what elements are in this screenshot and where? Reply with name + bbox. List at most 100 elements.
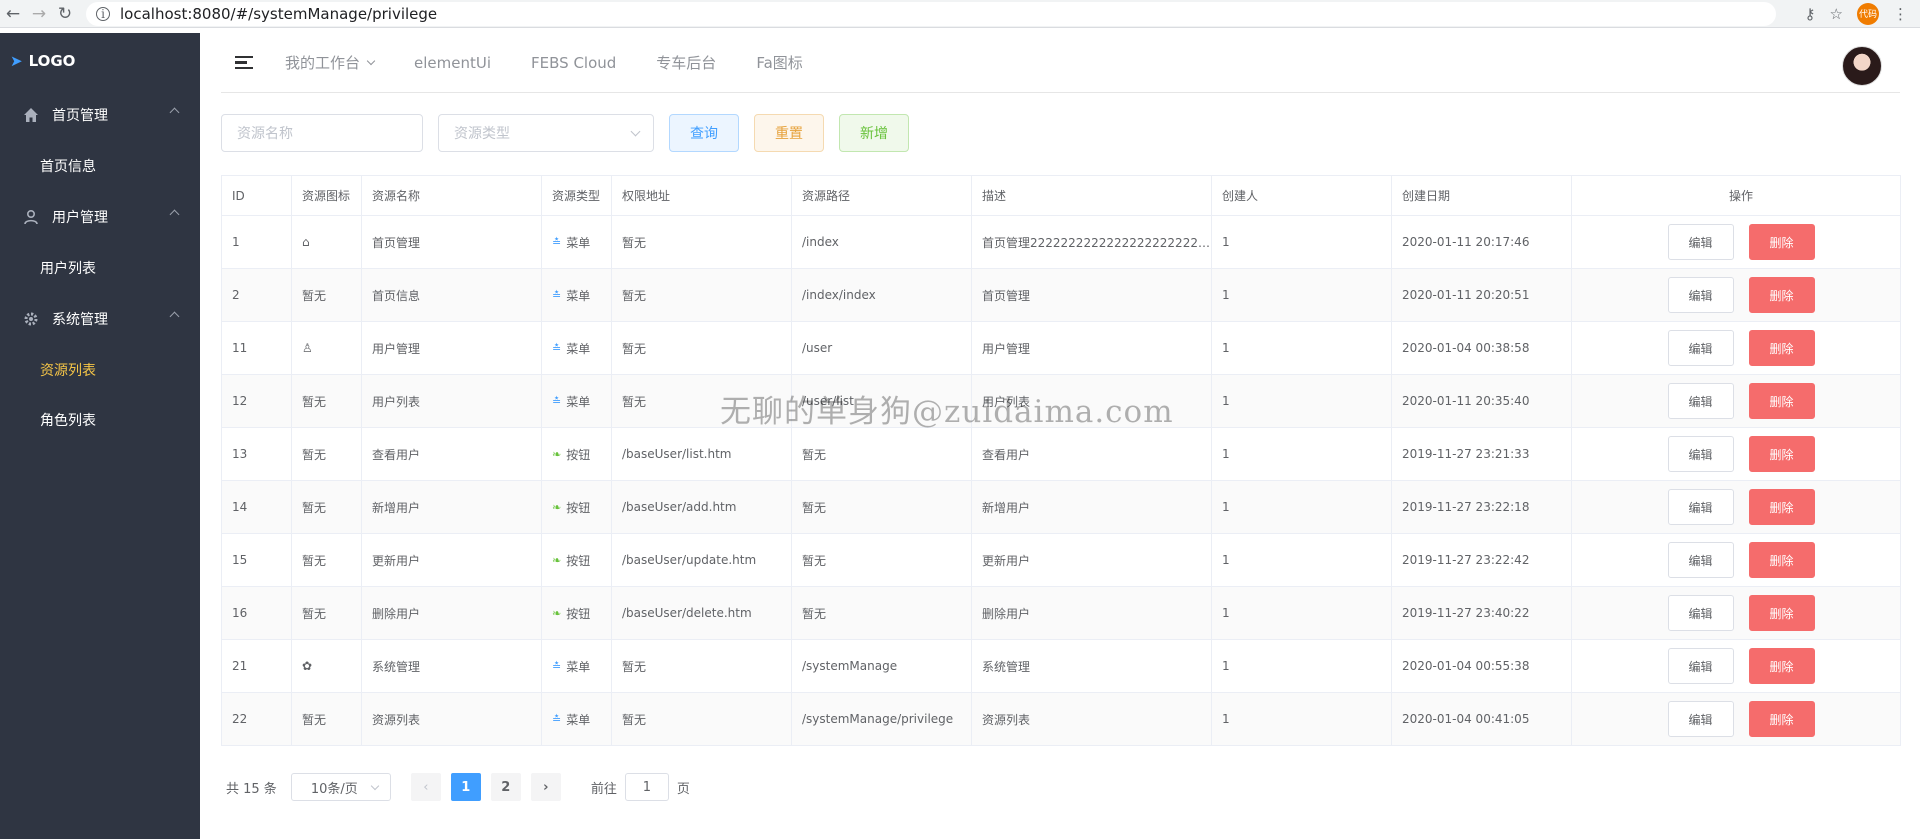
edit-button[interactable]: 编辑 <box>1667 542 1734 578</box>
delete-button[interactable]: 删除 <box>1748 542 1815 578</box>
back-icon[interactable]: ← <box>0 1 26 27</box>
cell-path: /user <box>791 321 972 375</box>
cell-icon: 暂无 <box>291 268 362 322</box>
nav-workbench[interactable]: 我的工作台 <box>285 52 376 73</box>
edit-button[interactable]: 编辑 <box>1667 436 1734 472</box>
page-button-1[interactable]: 1 <box>450 773 481 801</box>
nav-elementui[interactable]: elementUi <box>414 54 491 72</box>
prev-page-button[interactable]: ‹ <box>410 773 441 801</box>
cell-creator: 1 <box>1211 427 1392 481</box>
cell-icon-placeholder: 暂无 <box>302 288 327 303</box>
query-button[interactable]: 查询 <box>669 114 739 152</box>
table-row: 15 暂无 更新用户 ❧ 按钮 /baseUser/update.htm 暂无 … <box>221 533 1901 587</box>
cell-permission: /baseUser/update.htm <box>611 533 792 587</box>
edit-button[interactable]: 编辑 <box>1667 330 1734 366</box>
table-row: 1 ⌂ 首页管理 ≛ 菜单 暂无 /index 首页管理222222222222… <box>221 215 1901 269</box>
edit-button[interactable]: 编辑 <box>1667 648 1734 684</box>
delete-button[interactable]: 删除 <box>1748 701 1815 737</box>
logo[interactable]: ➤ LOGO <box>0 33 200 89</box>
delete-button[interactable]: 删除 <box>1748 383 1815 419</box>
table-row: 2 暂无 首页信息 ≛ 菜单 暂无 /index/index 首页管理 1 20… <box>221 268 1901 322</box>
sidebar-item-role-list[interactable]: 角色列表 <box>0 395 200 445</box>
cell-type: ≛ 菜单 <box>541 692 612 746</box>
table-row: 22 暂无 资源列表 ≛ 菜单 暂无 /systemManage/privile… <box>221 692 1901 746</box>
cell-permission: 暂无 <box>611 268 792 322</box>
menu-toggle-icon[interactable] <box>235 55 253 70</box>
forward-icon[interactable]: → <box>26 1 52 27</box>
resource-name-input[interactable]: 资源名称 <box>221 114 423 152</box>
edit-button[interactable]: 编辑 <box>1667 595 1734 631</box>
browser-toolbar: ← → ↻ i localhost:8080/#/systemManage/pr… <box>0 0 1920 28</box>
home-icon: ⌂ <box>302 235 310 249</box>
sidebar-group-users[interactable]: 用户管理 <box>0 191 200 243</box>
delete-button[interactable]: 删除 <box>1748 595 1815 631</box>
cell-name: 首页管理 <box>361 215 542 269</box>
cell-actions: 编辑 删除 <box>1571 586 1901 640</box>
menu-type-icon: ≛ <box>552 394 562 408</box>
leaf-icon: ❧ <box>552 500 562 514</box>
goto-page-input[interactable]: 1 <box>624 773 669 801</box>
table-row: 21 ✿ 系统管理 ≛ 菜单 暂无 /systemManage 系统管理 1 2… <box>221 639 1901 693</box>
type-label: 菜单 <box>566 659 591 674</box>
key-icon[interactable]: ⚷ <box>1805 5 1816 23</box>
cell-actions: 编辑 删除 <box>1571 427 1901 481</box>
nav-car-admin[interactable]: 专车后台 <box>656 52 716 73</box>
cell-type: ≛ 菜单 <box>541 215 612 269</box>
star-icon[interactable]: ☆ <box>1830 5 1843 23</box>
nav-fa-icons[interactable]: Fa图标 <box>756 52 802 73</box>
info-icon[interactable]: i <box>96 6 110 21</box>
logo-text: LOGO <box>28 52 76 70</box>
nav-febs-cloud[interactable]: FEBS Cloud <box>531 54 616 72</box>
sidebar-item-user-list[interactable]: 用户列表 <box>0 243 200 293</box>
add-button[interactable]: 新增 <box>839 114 909 152</box>
cell-icon-placeholder: 暂无 <box>302 500 327 515</box>
delete-button[interactable]: 删除 <box>1748 489 1815 525</box>
resource-type-select[interactable]: 资源类型 <box>438 114 654 152</box>
menu-type-icon: ≛ <box>552 659 562 673</box>
delete-button[interactable]: 删除 <box>1748 224 1815 260</box>
delete-button[interactable]: 删除 <box>1748 330 1815 366</box>
cell-icon-placeholder: 暂无 <box>302 447 327 462</box>
user-icon <box>22 208 40 226</box>
cell-id: 2 <box>221 268 292 322</box>
cell-creator: 1 <box>1211 586 1392 640</box>
cell-permission: 暂无 <box>611 374 792 428</box>
sidebar-group-home[interactable]: 首页管理 <box>0 89 200 141</box>
page-button-2[interactable]: 2 <box>490 773 521 801</box>
cell-creator: 1 <box>1211 533 1392 587</box>
cell-permission: /baseUser/list.htm <box>611 427 792 481</box>
table-row: 16 暂无 删除用户 ❧ 按钮 /baseUser/delete.htm 暂无 … <box>221 586 1901 640</box>
leaf-icon: ❧ <box>552 606 562 620</box>
page-size-select[interactable]: 10条/页 <box>290 773 391 801</box>
delete-button[interactable]: 删除 <box>1748 436 1815 472</box>
delete-button[interactable]: 删除 <box>1748 648 1815 684</box>
edit-button[interactable]: 编辑 <box>1667 383 1734 419</box>
address-bar[interactable]: i localhost:8080/#/systemManage/privileg… <box>86 1 1776 26</box>
edit-button[interactable]: 编辑 <box>1667 224 1734 260</box>
avatar[interactable] <box>1842 46 1882 86</box>
cell-date: 2019-11-27 23:21:33 <box>1391 427 1572 481</box>
cell-description: 查看用户 <box>971 427 1212 481</box>
more-icon[interactable]: ⋮ <box>1893 5 1908 23</box>
sidebar-item-home-info[interactable]: 首页信息 <box>0 141 200 191</box>
edit-button[interactable]: 编辑 <box>1667 489 1734 525</box>
sidebar-item-resource-list[interactable]: 资源列表 <box>0 345 200 395</box>
reset-button[interactable]: 重置 <box>754 114 824 152</box>
delete-button[interactable]: 删除 <box>1748 277 1815 313</box>
cell-id: 16 <box>221 586 292 640</box>
cell-description: 更新用户 <box>971 533 1212 587</box>
chevron-down-icon <box>630 126 641 137</box>
edit-button[interactable]: 编辑 <box>1667 701 1734 737</box>
edit-button[interactable]: 编辑 <box>1667 277 1734 313</box>
gear-icon <box>22 310 40 328</box>
next-page-button[interactable]: › <box>530 773 561 801</box>
cell-path: 暂无 <box>791 533 972 587</box>
extension-badge[interactable]: 代码 <box>1857 2 1879 25</box>
type-label: 按钮 <box>566 500 591 515</box>
cell-creator: 1 <box>1211 480 1392 534</box>
reload-icon[interactable]: ↻ <box>52 1 78 27</box>
cell-creator: 1 <box>1211 639 1392 693</box>
table-row: 11 ♙ 用户管理 ≛ 菜单 暂无 /user 用户管理 1 2020-01-0… <box>221 321 1901 375</box>
sidebar-group-system[interactable]: 系统管理 <box>0 293 200 345</box>
cell-creator: 1 <box>1211 692 1392 746</box>
